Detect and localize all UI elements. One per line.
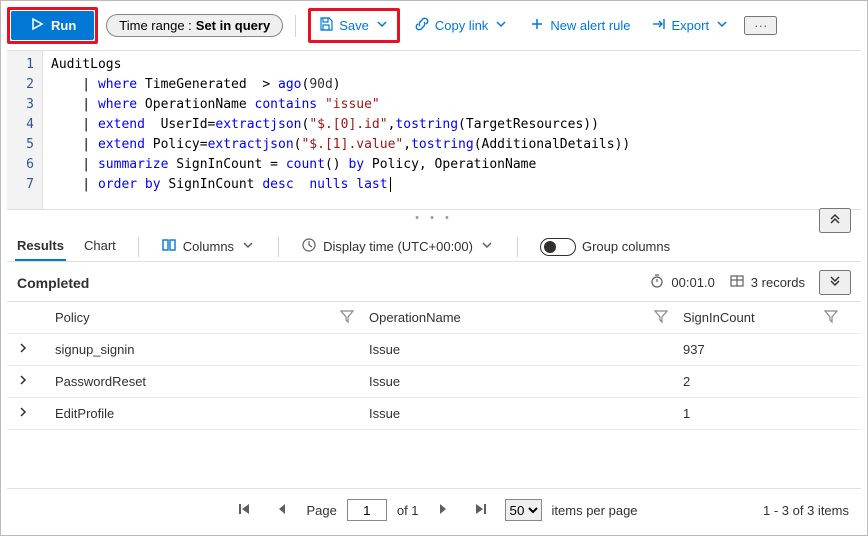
- record-count-display: 3 records: [729, 273, 805, 292]
- group-columns-toggle[interactable]: [540, 238, 576, 256]
- duration-value: 00:01.0: [671, 275, 714, 290]
- cell-signincount: 937: [683, 342, 823, 357]
- display-time-label: Display time (UTC+00:00): [323, 239, 473, 254]
- collapse-button[interactable]: [819, 208, 851, 233]
- table-icon: [729, 273, 745, 292]
- split-handle[interactable]: • • •: [7, 210, 861, 226]
- filter-icon[interactable]: [339, 308, 369, 327]
- play-icon: [29, 16, 45, 35]
- cell-operationname: Issue: [369, 342, 653, 357]
- of-label: of 1: [397, 503, 419, 518]
- tab-chart[interactable]: Chart: [82, 232, 118, 261]
- page-input[interactable]: [347, 499, 387, 521]
- status-text: Completed: [17, 275, 89, 291]
- pager-first[interactable]: [230, 500, 258, 521]
- record-count-value: 3 records: [751, 275, 805, 290]
- cell-signincount: 2: [683, 374, 823, 389]
- page-size-select[interactable]: 50: [505, 499, 542, 521]
- save-button[interactable]: Save: [312, 12, 396, 39]
- line-gutter: 1234567: [7, 51, 43, 209]
- code-editor[interactable]: 1234567 AuditLogs | where TimeGenerated …: [7, 50, 861, 210]
- items-per-page-label: items per page: [552, 503, 638, 518]
- chevron-right-icon: [15, 372, 55, 391]
- columns-button[interactable]: Columns: [159, 233, 258, 260]
- double-chevron-up-icon: [827, 215, 843, 230]
- col-header-signincount[interactable]: SignInCount: [683, 310, 823, 325]
- pager: Page of 1 50 items per page 1 - 3 of 3 i…: [7, 488, 861, 531]
- chevron-down-icon: [493, 16, 509, 35]
- time-range-pill[interactable]: Time range : Set in query: [106, 14, 283, 37]
- tab-results[interactable]: Results: [15, 232, 66, 261]
- app-frame: Run Time range : Set in query Save: [0, 0, 868, 536]
- toolbar: Run Time range : Set in query Save: [7, 5, 861, 50]
- table-row[interactable]: PasswordReset Issue 2: [7, 366, 861, 398]
- cell-operationname: Issue: [369, 374, 653, 389]
- copy-link-label: Copy link: [435, 18, 488, 33]
- table-header: Policy OperationName SignInCount: [7, 302, 861, 334]
- copy-link-button[interactable]: Copy link: [408, 12, 515, 39]
- chevron-down-icon: [714, 16, 730, 35]
- save-icon: [318, 16, 334, 35]
- cell-operationname: Issue: [369, 406, 653, 421]
- run-button-label: Run: [51, 18, 76, 33]
- status-bar: Completed 00:01.0 3 records: [7, 262, 861, 302]
- cell-policy: PasswordReset: [55, 374, 339, 389]
- export-button[interactable]: Export: [645, 12, 737, 39]
- col-header-policy[interactable]: Policy: [55, 310, 339, 325]
- results-table: Policy OperationName SignInCount signup_…: [7, 302, 861, 488]
- cell-policy: signup_signin: [55, 342, 339, 357]
- separator: [295, 15, 296, 37]
- new-alert-button[interactable]: New alert rule: [523, 12, 636, 39]
- separator: [138, 237, 139, 257]
- filter-icon[interactable]: [653, 308, 683, 327]
- stopwatch-icon: [649, 273, 665, 292]
- table-row[interactable]: EditProfile Issue 1: [7, 398, 861, 430]
- chevron-right-icon: [15, 340, 55, 359]
- separator: [517, 237, 518, 257]
- chevron-down-icon: [479, 237, 495, 256]
- chevron-down-icon: [240, 237, 256, 256]
- more-button[interactable]: ···: [744, 16, 777, 35]
- export-icon: [651, 16, 667, 35]
- pager-last[interactable]: [467, 500, 495, 521]
- run-button[interactable]: Run: [11, 11, 94, 40]
- new-alert-label: New alert rule: [550, 18, 630, 33]
- results-tabbar: Results Chart Columns Display time (UTC+…: [7, 226, 861, 262]
- highlight-save: Save: [308, 8, 400, 43]
- group-columns-control: Group columns: [538, 234, 672, 260]
- chevron-right-icon: [15, 404, 55, 423]
- display-time-button[interactable]: Display time (UTC+00:00): [299, 233, 497, 260]
- time-range-label: Time range :: [119, 18, 192, 33]
- save-button-label: Save: [339, 18, 369, 33]
- separator: [278, 237, 279, 257]
- col-header-operationname[interactable]: OperationName: [369, 310, 653, 325]
- time-range-value: Set in query: [196, 18, 270, 33]
- clock-icon: [301, 237, 317, 256]
- pager-next[interactable]: [429, 500, 457, 521]
- export-label: Export: [672, 18, 710, 33]
- plus-icon: [529, 16, 545, 35]
- expand-down-button[interactable]: [819, 270, 851, 295]
- columns-label: Columns: [183, 239, 234, 254]
- code-area[interactable]: AuditLogs | where TimeGenerated > ago(90…: [43, 51, 861, 209]
- filter-icon[interactable]: [823, 308, 853, 327]
- double-chevron-down-icon: [827, 273, 843, 292]
- table-row[interactable]: signup_signin Issue 937: [7, 334, 861, 366]
- chevron-down-icon: [374, 16, 390, 35]
- link-icon: [414, 16, 430, 35]
- group-columns-label: Group columns: [582, 239, 670, 254]
- range-label: 1 - 3 of 3 items: [763, 503, 849, 518]
- cell-policy: EditProfile: [55, 406, 339, 421]
- page-label: Page: [306, 503, 336, 518]
- pager-prev[interactable]: [268, 500, 296, 521]
- duration-display: 00:01.0: [649, 273, 714, 292]
- highlight-run: Run: [7, 7, 98, 44]
- cell-signincount: 1: [683, 406, 823, 421]
- columns-icon: [161, 237, 177, 256]
